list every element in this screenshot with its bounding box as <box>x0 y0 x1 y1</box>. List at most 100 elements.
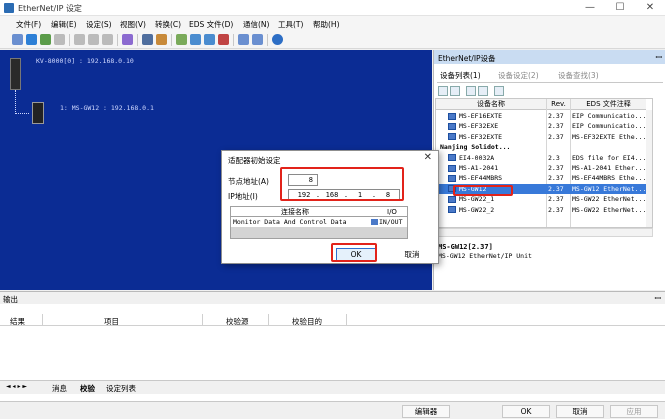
filter-icon[interactable] <box>478 86 488 96</box>
status-apply-button[interactable]: 应用 <box>610 405 658 418</box>
column-check-source[interactable]: 校验源 <box>226 316 249 327</box>
connection-table: 连接名称 I/O Monitor Data And Control Data I… <box>230 206 408 239</box>
column-header-name[interactable]: 设备名称 <box>436 99 546 110</box>
cancel-button[interactable]: 取消 <box>392 248 432 261</box>
column-result[interactable]: 结果 <box>10 316 25 327</box>
connection-name: Monitor Data And Control Data <box>233 218 347 226</box>
output-pin-icon[interactable]: ꟷ <box>654 293 661 304</box>
device-panel: EtherNet/IP设备 ꟷ 设备列表(1) 设备设定(2) 设备查找(3) … <box>433 50 665 290</box>
device-note: EDS file for EI4... <box>572 153 646 162</box>
download-icon[interactable] <box>190 34 201 45</box>
vertical-scrollbar[interactable] <box>646 110 652 227</box>
horizontal-scrollbar[interactable] <box>435 228 653 237</box>
output-header: 输出 ꟷ <box>0 292 665 304</box>
editor-status: 编辑器 <box>402 405 450 418</box>
paste-icon[interactable] <box>102 34 113 45</box>
chart-icon[interactable] <box>252 34 263 45</box>
check-icon[interactable] <box>218 34 229 45</box>
device-name: MS-A1-2041 <box>459 164 499 172</box>
menu-eds-file[interactable]: EDS 文件(D) <box>189 19 233 30</box>
register-eds-icon[interactable] <box>494 86 504 96</box>
menu-file[interactable]: 文件(F) <box>16 19 41 30</box>
device-icon <box>448 195 456 203</box>
device-row[interactable]: MS-EF32EXE 2.37 EIP Communicatio... <box>436 121 646 131</box>
connection-name-header: 连接名称 <box>281 208 309 216</box>
highlight-ok-button <box>331 243 377 262</box>
tab-check[interactable]: 校验 <box>80 383 95 394</box>
gateway-device-icon[interactable] <box>32 102 44 124</box>
new-icon[interactable] <box>40 34 51 45</box>
node-address-label: 节点地址(A) <box>228 177 269 186</box>
tab-device-list[interactable]: 设备列表(1) <box>440 70 481 81</box>
column-check-target[interactable]: 校验目的 <box>292 316 322 327</box>
app-icon <box>4 3 14 13</box>
sort-icon[interactable] <box>466 86 476 96</box>
disabled-icon[interactable] <box>54 34 65 45</box>
device-rev: 2.37 <box>548 122 564 131</box>
copy-icon[interactable] <box>88 34 99 45</box>
device-group-row[interactable]: Nanjing Solidot... <box>436 142 646 152</box>
device-name: Nanjing Solidot... <box>440 143 511 152</box>
connection-table-header: 连接名称 I/O <box>231 207 407 217</box>
device-note: MS-A1-2041 Ether... <box>572 164 646 172</box>
menu-help[interactable]: 帮助(H) <box>313 19 340 30</box>
device-icon <box>448 206 456 214</box>
tab-device-search[interactable]: 设备查找(3) <box>558 70 599 81</box>
monitor-icon[interactable] <box>142 34 153 45</box>
menu-view[interactable]: 视图(V) <box>120 19 146 30</box>
device-row[interactable]: MS-EF32EXTE 2.37 MS-EF32EXTE Ethe... <box>436 132 646 142</box>
device-note: EIP Communicatio... <box>572 112 646 120</box>
device-row[interactable]: MS-GW22_2 2.37 MS-GW22 EtherNet... <box>436 205 646 215</box>
device-row[interactable]: EI4-0032A 2.3 EDS file for EI4... <box>436 153 646 163</box>
device-note: MS-GW22 EtherNet... <box>572 195 646 204</box>
device-table: 设备名称 Rev. EDS 文件注释 MS-EF16EXTE 2.37 EIP Co… <box>435 98 653 228</box>
dialog-close-button[interactable]: ✕ <box>424 152 432 163</box>
device-name: EI4-0032A <box>459 153 495 162</box>
panel-header: EtherNet/IP设备 ꟷ <box>434 50 665 64</box>
tab-navigation[interactable]: ◄ ◂ ▸ ► <box>6 383 27 390</box>
device-name: MS-GW22_2 <box>459 205 495 214</box>
device-icon[interactable] <box>122 34 133 45</box>
device-row[interactable]: MS-EF44MBRS 2.37 MS-EF44MBRS Ethe... <box>436 173 646 183</box>
column-item[interactable]: 项目 <box>104 316 119 327</box>
network-icon[interactable] <box>12 34 23 45</box>
tab-messages[interactable]: 消息 <box>52 383 67 394</box>
highlight-selected-device <box>453 185 513 196</box>
cut-icon[interactable] <box>74 34 85 45</box>
column-header-rev[interactable]: Rev. <box>547 99 570 110</box>
maximize-button[interactable]: ☐ <box>605 0 635 16</box>
connection-row[interactable]: Monitor Data And Control Data IN/OUT <box>231 217 407 227</box>
window-title: EtherNet/IP 设定 <box>18 4 82 13</box>
toolbar <box>0 31 665 49</box>
list-icon[interactable] <box>238 34 249 45</box>
menu-communication[interactable]: 通信(N) <box>243 19 269 30</box>
edit-icon[interactable] <box>156 34 167 45</box>
menu-convert[interactable]: 转换(C) <box>155 19 181 30</box>
menu-tools[interactable]: 工具(T) <box>278 19 303 30</box>
tab-settings-list[interactable]: 设定列表 <box>106 383 136 394</box>
upload-icon[interactable] <box>204 34 215 45</box>
view-detail-icon[interactable] <box>450 86 460 96</box>
view-icon[interactable] <box>438 86 448 96</box>
menu-settings[interactable]: 设定(S) <box>86 19 112 30</box>
status-ok-button[interactable]: OK <box>502 405 550 418</box>
pin-icon[interactable]: ꟷ <box>655 52 662 63</box>
menu-edit[interactable]: 编辑(E) <box>51 19 77 30</box>
device-icon <box>448 164 456 172</box>
device-icon <box>448 174 456 182</box>
minimize-button[interactable]: — <box>575 0 605 16</box>
device-row[interactable]: MS-A1-2041 2.37 MS-A1-2041 Ether... <box>436 163 646 173</box>
info-icon[interactable] <box>26 34 37 45</box>
output-columns: 结果 项目 校验源 校验目的 <box>0 314 665 326</box>
help-icon[interactable] <box>272 34 283 45</box>
device-row[interactable]: MS-EF16EXTE 2.37 EIP Communicatio... <box>436 111 646 121</box>
close-button[interactable]: ✕ <box>635 0 665 16</box>
output-title: 输出 <box>3 295 18 304</box>
title-bar: EtherNet/IP 设定 — ☐ ✕ <box>0 0 665 16</box>
device-note: MS-EF32EXTE Ethe... <box>572 132 646 141</box>
plc-icon[interactable] <box>10 58 21 90</box>
tab-device-settings[interactable]: 设备设定(2) <box>498 70 539 81</box>
transfer-icon[interactable] <box>176 34 187 45</box>
column-header-note[interactable]: EDS 文件注释 <box>571 99 646 110</box>
status-cancel-button[interactable]: 取消 <box>556 405 604 418</box>
